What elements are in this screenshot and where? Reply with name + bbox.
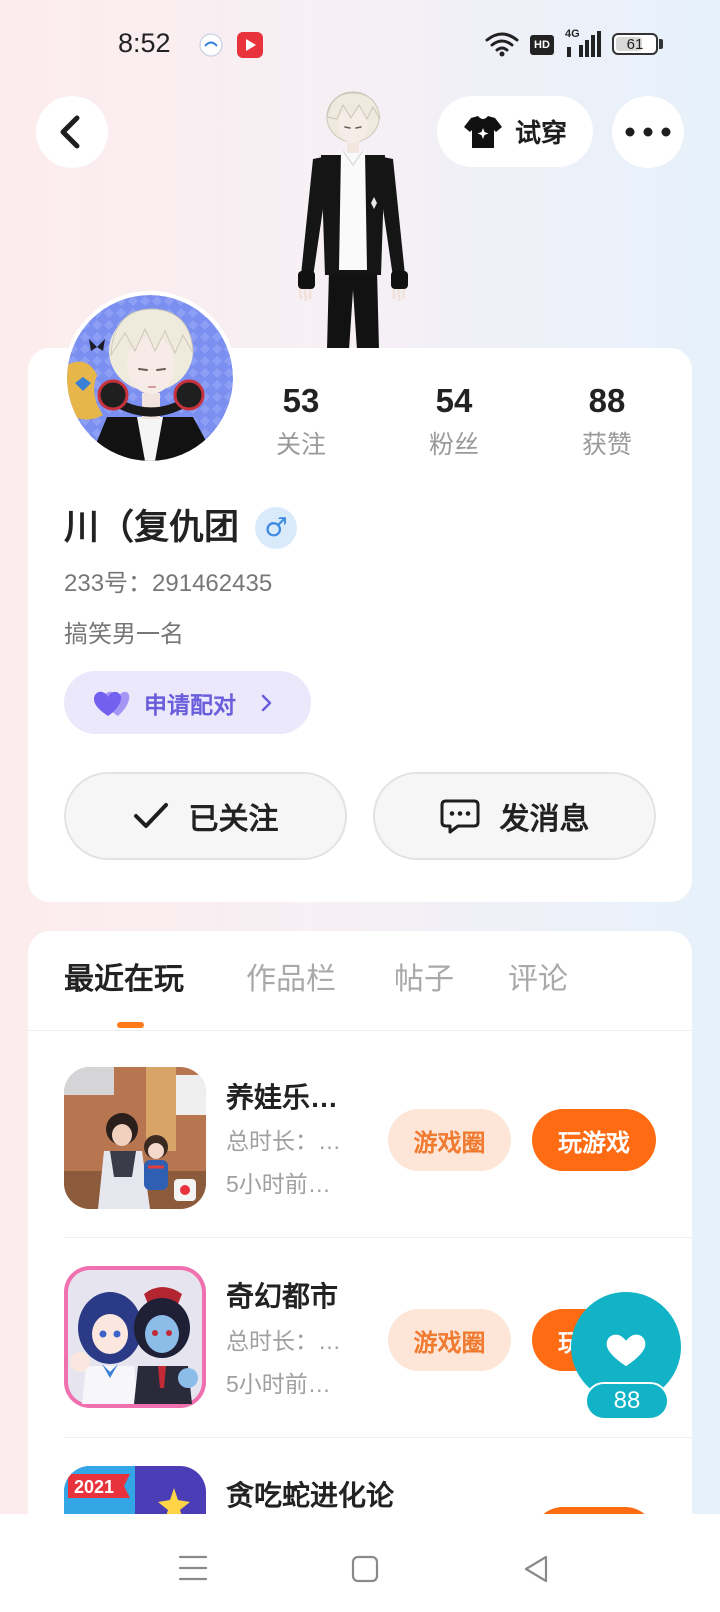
play-game-label: 玩游戏 [558, 1129, 630, 1157]
stat-following[interactable]: 53 关注 [241, 382, 361, 458]
following-label: 关注 [275, 431, 326, 459]
message-label: 发消息 [499, 803, 590, 836]
game-title: 奇幻都市 [226, 1281, 339, 1312]
tab-comments[interactable]: 评论 [508, 965, 568, 995]
game-duration: 总时长：… [226, 1328, 341, 1354]
pair-request-button[interactable]: 申请配对 [64, 671, 311, 734]
try-on-button[interactable]: 试穿 [437, 96, 593, 167]
video-app-icon [237, 32, 263, 58]
tshirt-icon [463, 115, 502, 148]
hd-icon: HD [530, 35, 554, 55]
gender-badge: ♂ [255, 507, 297, 549]
game-last-played: 5小时前… [226, 1371, 331, 1397]
message-button[interactable]: 发消息 [373, 772, 656, 860]
tab-works[interactable]: 作品栏 [246, 965, 336, 995]
home-icon[interactable] [351, 1555, 379, 1583]
tab-recently-played[interactable]: 最近在玩 [64, 965, 184, 995]
game-circle-button[interactable]: 游戏圈 [388, 1109, 511, 1171]
back-icon [60, 115, 80, 149]
list-divider [64, 1437, 692, 1438]
game-circle-label: 游戏圈 [413, 1129, 486, 1157]
like-count-badge: 88 [585, 1382, 669, 1420]
menu-icon[interactable] [177, 1553, 209, 1583]
hd-label: HD [534, 39, 550, 51]
pair-request-label: 申请配对 [144, 691, 236, 718]
ifly-app-icon [199, 33, 223, 57]
following-count: 53 [282, 382, 320, 419]
avatar[interactable] [63, 291, 237, 465]
system-nav-bar [0, 1514, 720, 1612]
followers-label: 粉丝 [428, 431, 479, 459]
game-last-played: 5小时前… [226, 1171, 331, 1197]
chat-icon [440, 799, 479, 834]
avatar-image [67, 295, 233, 461]
list-divider [64, 1237, 692, 1238]
game-icon[interactable] [64, 1266, 206, 1408]
follow-button[interactable]: 已关注 [64, 772, 347, 860]
more-icon [625, 127, 671, 137]
like-count: 88 [613, 1387, 641, 1414]
status-bar: 8:52 HD 4G 61 [0, 0, 720, 80]
back-nav-icon[interactable] [522, 1554, 550, 1584]
user-id: 233号：291462435 [64, 570, 273, 597]
game-icon-badge: 2021 [74, 1477, 114, 1497]
game-icon[interactable] [64, 1067, 206, 1209]
pair-hearts-icon [94, 691, 130, 716]
game-title: 贪吃蛇进化论 [226, 1480, 395, 1511]
stat-followers[interactable]: 54 粉丝 [394, 382, 514, 458]
followers-count: 54 [435, 382, 473, 419]
try-on-label: 试穿 [514, 118, 567, 148]
status-time: 8:52 [118, 28, 171, 58]
stat-likes[interactable]: 88 获赞 [547, 382, 667, 458]
follow-label: 已关注 [188, 803, 279, 836]
play-game-button[interactable]: 玩游戏 [532, 1109, 656, 1171]
game-circle-button[interactable]: 游戏圈 [388, 1309, 511, 1371]
tab-indicator [117, 1022, 144, 1028]
likes-count: 88 [588, 382, 626, 419]
user-bio: 搞笑男一名 [64, 621, 184, 648]
list-item[interactable]: 养娃乐… 总时长：… 5小时前… 游戏圈 玩游戏 [64, 1067, 692, 1209]
chevron-right-icon [261, 694, 272, 711]
game-circle-label: 游戏圈 [413, 1329, 486, 1357]
heart-icon [606, 1334, 646, 1367]
avatar-figure[interactable] [293, 85, 413, 350]
likes-label: 获赞 [581, 431, 632, 459]
male-icon: ♂ [264, 513, 288, 543]
profile-name: 川（复仇团 [64, 508, 240, 547]
game-title: 养娃乐… [226, 1082, 339, 1113]
check-icon [133, 803, 168, 828]
wifi-icon [485, 32, 519, 57]
battery-level: 61 [626, 35, 644, 53]
tabs-divider [28, 1030, 692, 1031]
battery-icon: 61 [612, 33, 658, 55]
game-duration: 总时长：… [226, 1128, 341, 1154]
signal-icon [567, 31, 601, 57]
back-button[interactable] [36, 96, 108, 168]
more-button[interactable] [612, 96, 684, 168]
tab-posts[interactable]: 帖子 [394, 965, 454, 995]
